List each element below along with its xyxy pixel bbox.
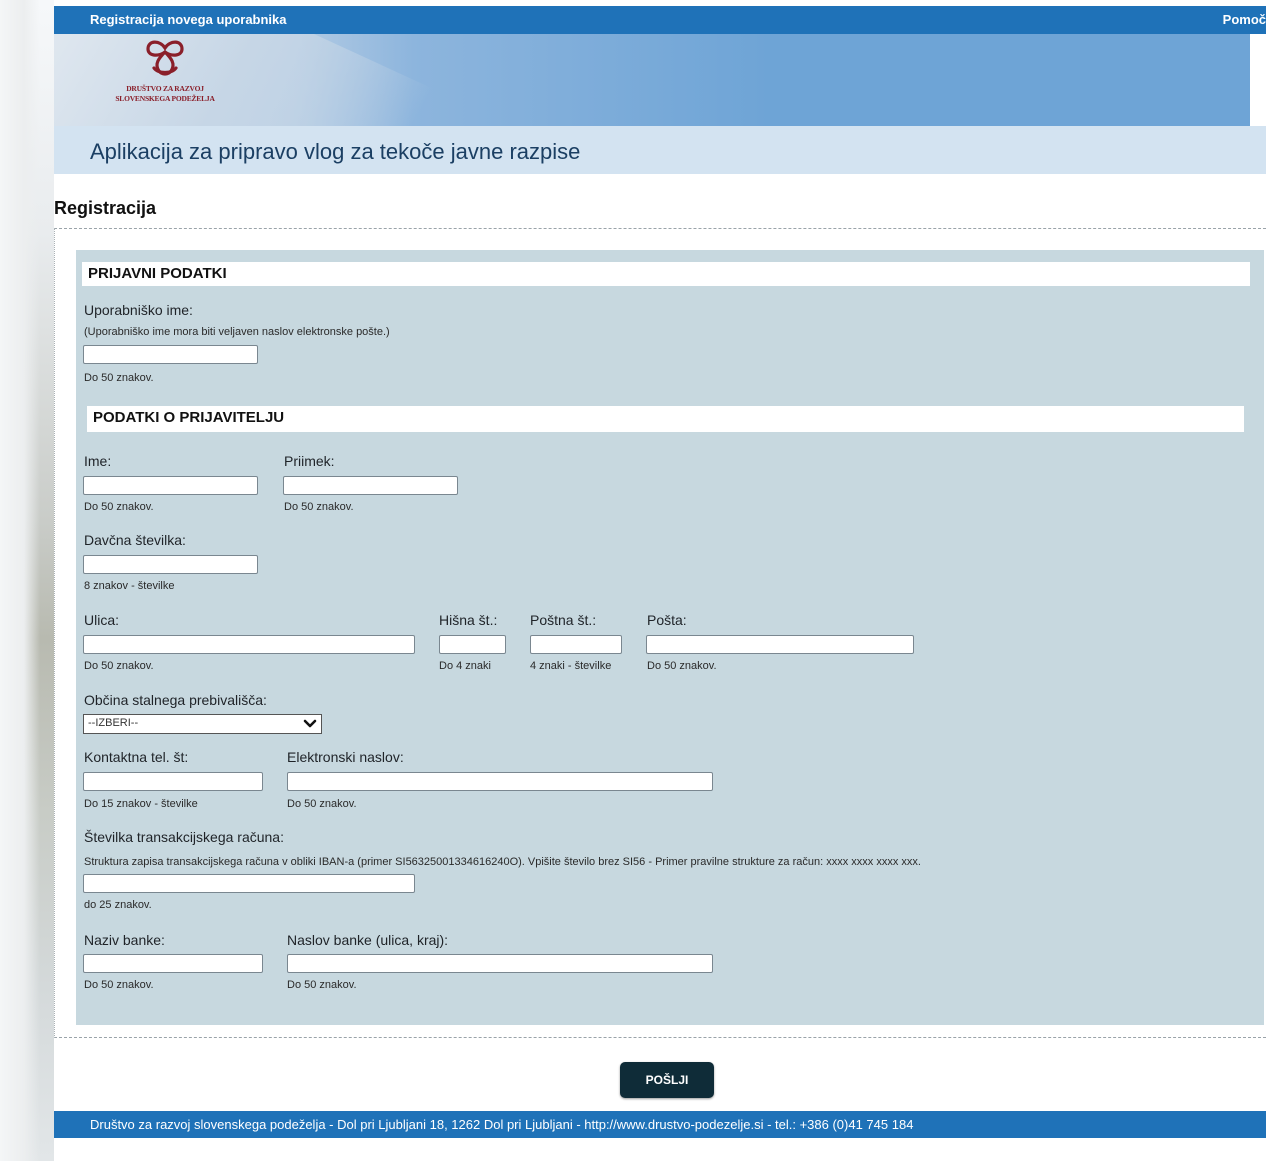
- knot-logo-icon: [146, 40, 184, 76]
- post-note: Do 50 znakov.: [647, 660, 717, 672]
- account-number-note: do 25 znakov.: [84, 899, 152, 911]
- last-name-input[interactable]: [283, 476, 458, 495]
- submit-button[interactable]: POŠLJI: [620, 1062, 714, 1098]
- post-input[interactable]: [646, 635, 914, 654]
- municipality-select[interactable]: --IZBERI--: [83, 714, 322, 734]
- organization-logo: DRUŠTVO ZA RAZVOJ SLOVENSKEGA PODEŽELJA: [110, 38, 220, 124]
- first-name-note: Do 50 znakov.: [84, 501, 154, 513]
- account-number-label: Številka transakcijskega računa:: [84, 829, 284, 845]
- account-number-hint: Struktura zapisa transakcijskega računa …: [84, 856, 921, 868]
- phone-label: Kontaktna tel. št:: [84, 749, 189, 765]
- chevron-down-icon: [303, 719, 317, 728]
- app-title: Aplikacija za pripravo vlog za tekoče ja…: [90, 139, 581, 164]
- username-label: Uporabniško ime:: [84, 302, 193, 318]
- window-title: Registracija novega uporabnika: [90, 12, 287, 27]
- bank-address-label: Naslov banke (ulica, kraj):: [287, 932, 449, 948]
- bank-name-label: Naziv banke:: [84, 932, 165, 948]
- logo-text-line1: DRUŠTVO ZA RAZVOJ: [126, 84, 204, 93]
- bank-address-input[interactable]: [287, 954, 713, 973]
- street-input[interactable]: [83, 635, 415, 654]
- app-title-bar: Aplikacija za pripravo vlog za tekoče ja…: [54, 126, 1266, 174]
- last-name-label: Priimek:: [284, 453, 335, 469]
- tax-number-input[interactable]: [83, 555, 258, 574]
- phone-input[interactable]: [83, 772, 263, 791]
- left-background: [0, 0, 54, 1161]
- page-title: Registracija: [54, 198, 157, 218]
- street-note: Do 50 znakov.: [84, 660, 154, 672]
- section-applicant-data: PODATKI O PRIJAVITELJU: [87, 406, 1244, 432]
- header-banner: DRUŠTVO ZA RAZVOJ SLOVENSKEGA PODEŽELJA: [54, 34, 1250, 126]
- last-name-note: Do 50 znakov.: [284, 501, 354, 513]
- street-label: Ulica:: [84, 612, 120, 628]
- footer-text: Društvo za razvoj slovenskega podeželja …: [90, 1117, 914, 1132]
- username-hint: (Uporabniško ime mora biti veljaven nasl…: [84, 326, 390, 338]
- first-name-input[interactable]: [83, 476, 258, 495]
- tax-number-note: 8 znakov - številke: [84, 580, 175, 592]
- bank-name-note: Do 50 znakov.: [84, 979, 154, 991]
- municipality-label: Občina stalnega prebivališča:: [84, 692, 267, 708]
- top-bar: Registracija novega uporabnika Pomoč: [54, 6, 1266, 34]
- email-label: Elektronski naslov:: [287, 749, 404, 765]
- phone-note: Do 15 znakov - številke: [84, 798, 198, 810]
- bank-address-note: Do 50 znakov.: [287, 979, 357, 991]
- bank-name-input[interactable]: [83, 954, 263, 973]
- help-link[interactable]: Pomoč: [1223, 12, 1266, 27]
- postal-code-label: Poštna št.:: [530, 612, 597, 628]
- email-note: Do 50 znakov.: [287, 798, 357, 810]
- house-number-label: Hišna št.:: [439, 612, 498, 628]
- email-input[interactable]: [287, 772, 713, 791]
- house-number-input[interactable]: [439, 635, 506, 654]
- postal-code-note: 4 znaki - številke: [530, 660, 612, 672]
- tax-number-label: Davčna številka:: [84, 532, 186, 548]
- house-number-note: Do 4 znaki: [439, 660, 491, 672]
- username-input[interactable]: [83, 345, 258, 364]
- footer-bar: Društvo za razvoj slovenskega podeželja …: [54, 1111, 1266, 1138]
- account-number-input[interactable]: [83, 874, 415, 893]
- first-name-label: Ime:: [84, 453, 112, 469]
- post-label: Pošta:: [647, 612, 687, 628]
- postal-code-input[interactable]: [530, 635, 622, 654]
- logo-text-line2: SLOVENSKEGA PODEŽELJA: [115, 94, 215, 103]
- section-login-data: PRIJAVNI PODATKI: [82, 262, 1250, 286]
- username-note: Do 50 znakov.: [84, 372, 154, 384]
- municipality-selected-value: --IZBERI--: [88, 717, 139, 729]
